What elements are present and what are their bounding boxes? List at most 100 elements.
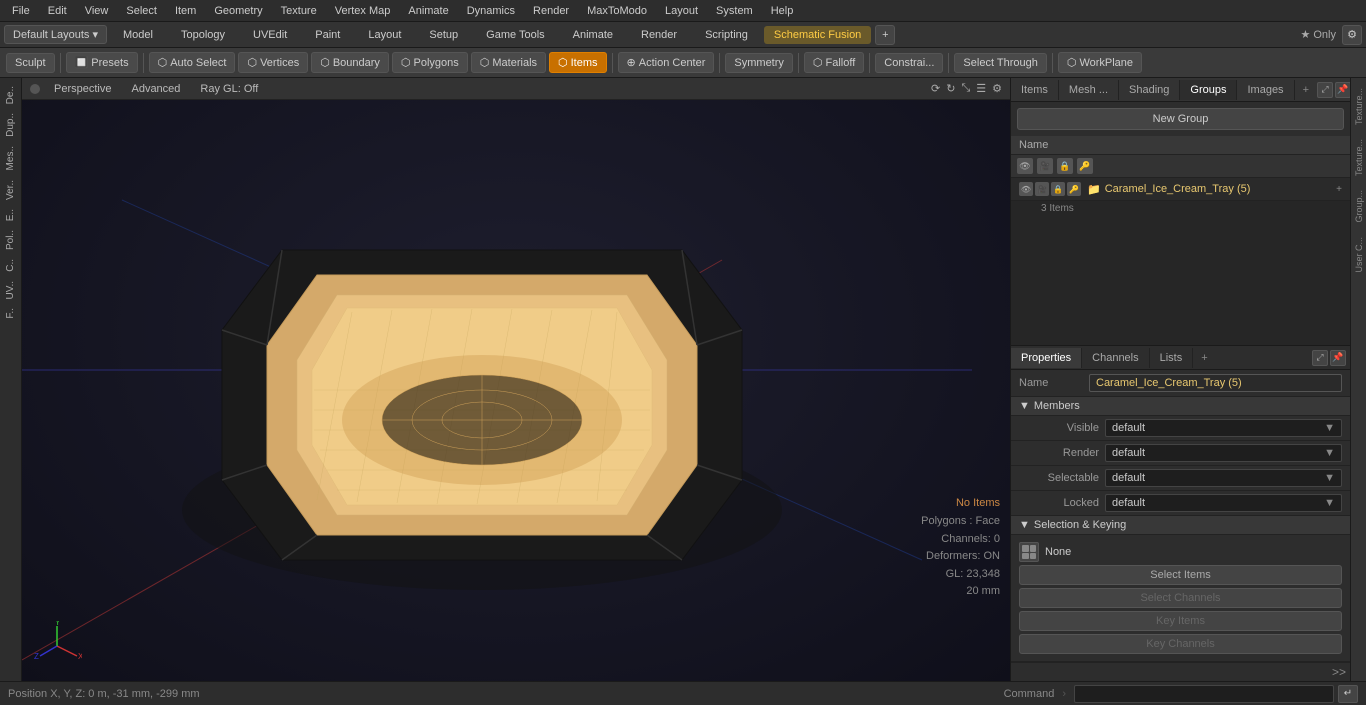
menu-animate[interactable]: Animate [400,3,456,19]
pp-expand-btn[interactable]: ⤢ [1312,350,1328,366]
menu-layout[interactable]: Layout [657,3,706,19]
rst-user[interactable]: User C... [1352,231,1366,279]
new-group-button[interactable]: New Group [1017,108,1344,130]
sculpt-button[interactable]: Sculpt [6,53,55,73]
menu-file[interactable]: File [4,3,38,19]
boundary-button[interactable]: ⬡ Boundary [311,52,389,73]
viewport-menu-icon[interactable]: ☰ [976,82,986,95]
key-channels-button[interactable]: Key Channels [1019,634,1342,654]
groups-item-cam-icon[interactable]: 🎥 [1035,182,1049,196]
rp-expand-btn[interactable]: ⤢ [1317,82,1333,98]
left-tool-f[interactable]: F.. [3,304,18,323]
props-expand-chevron[interactable]: >> [1332,665,1346,679]
layout-tab-paint[interactable]: Paint [303,26,352,44]
selectable-dropdown[interactable]: default ▼ [1105,469,1342,487]
constrain-button[interactable]: Constrai... [875,53,943,73]
menu-maxtomodo[interactable]: MaxToModo [579,3,655,19]
name-input[interactable] [1089,374,1342,392]
command-input[interactable] [1074,685,1334,703]
viewport-rotate-icon[interactable]: ⟳ [931,82,940,95]
rp-tab-groups[interactable]: Groups [1180,80,1237,100]
layout-tab-schematic-fusion[interactable]: Schematic Fusion [764,26,871,44]
rp-tab-mesh[interactable]: Mesh ... [1059,80,1119,100]
layout-tab-uvedit[interactable]: UVEdit [241,26,299,44]
sk-section-header[interactable]: ▼ Selection & Keying [1011,516,1350,535]
layout-tab-layout[interactable]: Layout [356,26,413,44]
menu-select[interactable]: Select [118,3,165,19]
items-button[interactable]: ⬡ Items [549,52,607,73]
menu-edit[interactable]: Edit [40,3,75,19]
rp-tab-add[interactable]: + [1295,80,1317,100]
select-channels-button[interactable]: Select Channels [1019,588,1342,608]
left-tool-pol[interactable]: Pol.. [3,226,18,254]
pp-pin-btn[interactable]: 📌 [1330,350,1346,366]
select-through-button[interactable]: Select Through [954,53,1046,73]
menu-system[interactable]: System [708,3,761,19]
rp-pin-btn[interactable]: 📌 [1335,82,1350,98]
pp-tab-lists[interactable]: Lists [1150,348,1194,368]
viewport-canvas[interactable]: No Items Polygons : Face Channels: 0 Def… [22,100,1010,681]
left-tool-dup[interactable]: Dup.. [3,109,18,141]
menu-texture[interactable]: Texture [273,3,325,19]
layout-tab-scripting[interactable]: Scripting [693,26,760,44]
viewport-raygl[interactable]: Ray GL: Off [194,81,264,97]
render-dropdown[interactable]: default ▼ [1105,444,1342,462]
left-tool-mes[interactable]: Mes.. [3,142,18,174]
pp-tab-channels[interactable]: Channels [1082,348,1149,368]
left-tool-e[interactable]: E.. [3,205,18,225]
pp-tab-properties[interactable]: Properties [1011,348,1082,368]
rp-tab-shading[interactable]: Shading [1119,80,1180,100]
layout-tab-render[interactable]: Render [629,26,689,44]
menu-geometry[interactable]: Geometry [206,3,270,19]
menu-item[interactable]: Item [167,3,204,19]
action-center-button[interactable]: ⊕ Action Center [618,52,715,73]
rp-tab-images[interactable]: Images [1237,80,1294,100]
falloff-button[interactable]: ⬡ Falloff [804,52,864,73]
menu-render[interactable]: Render [525,3,577,19]
rst-texture1[interactable]: Texture... [1352,82,1366,131]
rst-group[interactable]: Group... [1352,184,1366,229]
menu-view[interactable]: View [77,3,117,19]
layout-add-tab-button[interactable]: + [875,25,895,45]
groups-lock-icon[interactable]: 🔒 [1057,158,1073,174]
layout-tab-model[interactable]: Model [111,26,165,44]
groups-item-key-icon[interactable]: 🔑 [1067,182,1081,196]
menu-help[interactable]: Help [763,3,802,19]
viewport-expand-icon[interactable]: ⤡ [961,82,970,95]
layout-dropdown[interactable]: Default Layouts ▾ [4,25,107,44]
layout-tab-topology[interactable]: Topology [169,26,237,44]
locked-dropdown[interactable]: default ▼ [1105,494,1342,512]
menu-dynamics[interactable]: Dynamics [459,3,523,19]
vertices-button[interactable]: ⬡ Vertices [238,52,308,73]
work-plane-button[interactable]: ⬡ WorkPlane [1058,52,1142,73]
groups-item-row[interactable]: 👁 🎥 🔒 🔑 📁 Caramel_Ice_Cream_Tray (5) + [1011,178,1350,201]
rst-texture2[interactable]: Texture... [1352,133,1366,182]
pp-tab-add[interactable]: + [1193,348,1215,368]
viewport-refresh-icon[interactable]: ↻ [946,82,955,95]
groups-item-expand[interactable]: + [1336,184,1342,195]
layout-tab-animate[interactable]: Animate [561,26,625,44]
layout-gear-button[interactable]: ⚙ [1342,25,1362,45]
command-submit-button[interactable]: ↵ [1338,685,1358,703]
layout-tab-gametools[interactable]: Game Tools [474,26,557,44]
command-expand-btn[interactable]: › [1058,688,1070,700]
select-items-button[interactable]: Select Items [1019,565,1342,585]
groups-cam-icon[interactable]: 🎥 [1037,158,1053,174]
groups-key-icon[interactable]: 🔑 [1077,158,1093,174]
menu-vertex-map[interactable]: Vertex Map [327,3,399,19]
left-tool-uv[interactable]: UV.. [3,277,18,304]
groups-eye-icon[interactable]: 👁 [1017,158,1033,174]
polygons-button[interactable]: ⬡ Polygons [392,52,468,73]
rp-tab-items[interactable]: Items [1011,80,1059,100]
auto-select-button[interactable]: ⬡ Auto Select [149,52,236,73]
left-tool-de[interactable]: De.. [3,82,18,108]
viewport-settings-icon[interactable]: ⚙ [992,82,1002,95]
materials-button[interactable]: ⬡ Materials [471,52,546,73]
sk-grid-icon[interactable] [1019,542,1039,562]
key-items-button[interactable]: Key Items [1019,611,1342,631]
viewport-dot[interactable] [30,84,40,94]
groups-item-lock-icon[interactable]: 🔒 [1051,182,1065,196]
layout-tab-setup[interactable]: Setup [417,26,470,44]
left-tool-c[interactable]: C.. [3,255,18,276]
viewport-advanced[interactable]: Advanced [125,81,186,97]
